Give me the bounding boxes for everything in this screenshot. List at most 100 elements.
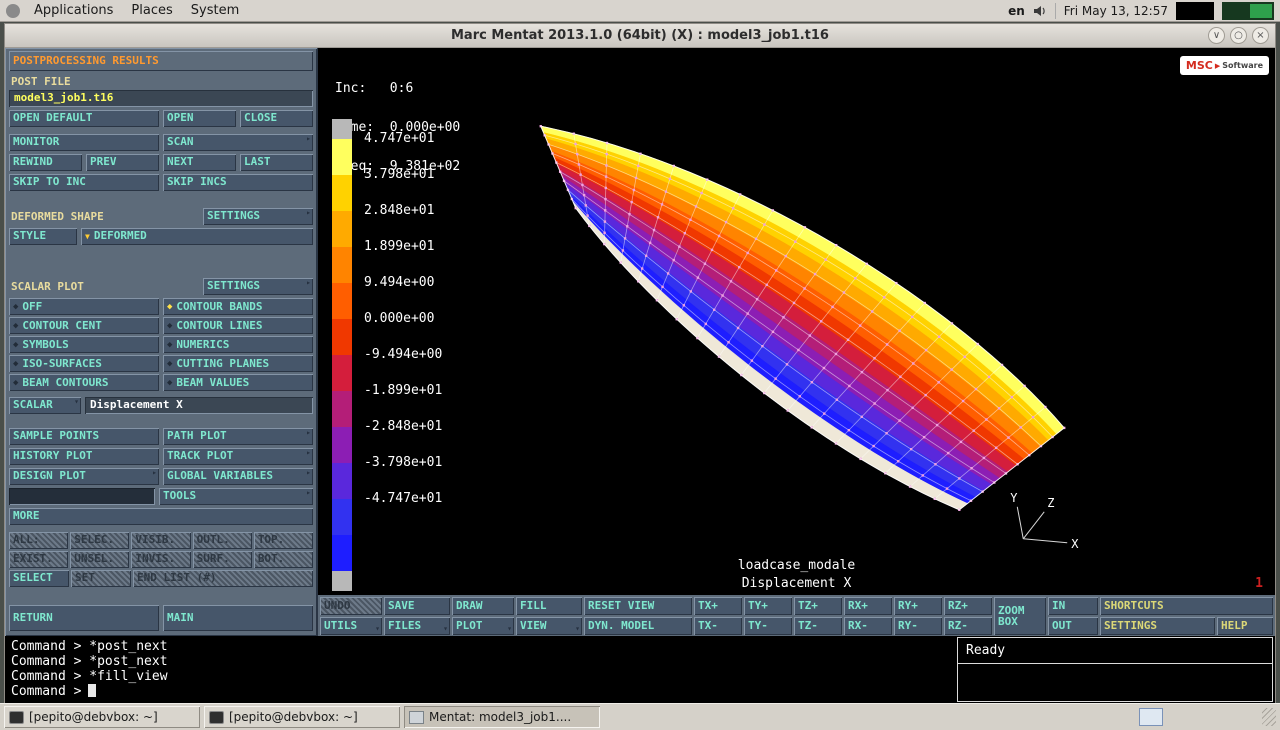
main-button[interactable]: MAIN bbox=[163, 605, 313, 631]
deformed-style-dropdown[interactable]: ▼DEFORMED bbox=[81, 228, 313, 245]
style-button[interactable]: STYLE bbox=[9, 228, 77, 245]
tz-minus-button[interactable]: TZ- bbox=[794, 617, 842, 635]
console-line: Command > *fill_view bbox=[11, 669, 957, 684]
scalar-settings-button[interactable]: SETTINGS▸ bbox=[203, 278, 313, 295]
tx-plus-button[interactable]: TX+ bbox=[694, 597, 742, 615]
terminal-applet[interactable] bbox=[1176, 2, 1214, 20]
submenu-arrow-icon: ▸ bbox=[306, 449, 311, 457]
zoom-out-button[interactable]: OUT bbox=[1048, 617, 1098, 635]
reset-view-button[interactable]: RESET VIEW bbox=[584, 597, 692, 615]
taskbar-item-mentat[interactable]: Mentat: model3_job1.... bbox=[404, 706, 600, 728]
legend-band bbox=[332, 247, 352, 283]
taskbar-item-terminal-1[interactable]: [pepito@debvbox: ~] bbox=[4, 706, 200, 728]
ty-plus-button[interactable]: TY+ bbox=[744, 597, 792, 615]
toggle-contour-bands[interactable]: ◆CONTOUR BANDS bbox=[163, 298, 313, 315]
prev-button[interactable]: PREV bbox=[86, 154, 159, 171]
toggle-cutting-planes[interactable]: ◆CUTTING PLANES bbox=[163, 355, 313, 372]
tx-minus-button[interactable]: TX- bbox=[694, 617, 742, 635]
return-button[interactable]: RETURN bbox=[9, 605, 159, 631]
console-prompt[interactable]: Command > bbox=[11, 684, 957, 699]
toggle-beam-values[interactable]: ◆BEAM VALUES bbox=[163, 374, 313, 391]
help-button[interactable]: HELP bbox=[1217, 617, 1273, 635]
window-maximize-button[interactable]: ○ bbox=[1230, 27, 1247, 44]
skip-incs-button[interactable]: SKIP INCS bbox=[163, 174, 313, 191]
console-line: Command > *post_next bbox=[11, 654, 957, 669]
toggle-numerics[interactable]: ◆NUMERICS bbox=[163, 336, 313, 353]
draw-button[interactable]: DRAW bbox=[452, 597, 514, 615]
menu-applications[interactable]: Applications bbox=[26, 0, 121, 22]
command-console[interactable]: Command > *post_next Command > *post_nex… bbox=[5, 636, 957, 704]
scalar-select-button[interactable]: SCALAR▾ bbox=[9, 397, 81, 414]
volume-icon[interactable] bbox=[1033, 4, 1047, 18]
utils-button[interactable]: UTILS▾ bbox=[320, 617, 382, 635]
rz-plus-button[interactable]: RZ+ bbox=[944, 597, 992, 615]
post-file-name-field[interactable]: model3_job1.t16 bbox=[9, 90, 313, 107]
last-button[interactable]: LAST bbox=[240, 154, 313, 171]
keyboard-layout-indicator[interactable]: en bbox=[1008, 4, 1025, 18]
settings-button[interactable]: SETTINGS bbox=[1100, 617, 1215, 635]
save-button[interactable]: SAVE bbox=[384, 597, 450, 615]
system-monitor-applet[interactable] bbox=[1222, 2, 1274, 20]
toggle-iso-surfaces[interactable]: ◆ISO-SURFACES bbox=[9, 355, 159, 372]
files-button[interactable]: FILES▾ bbox=[384, 617, 450, 635]
legend-band bbox=[332, 175, 352, 211]
menu-system[interactable]: System bbox=[183, 0, 247, 22]
taskbar-item-terminal-2[interactable]: [pepito@debvbox: ~] bbox=[204, 706, 400, 728]
inc-line: Inc: 0:6 bbox=[335, 82, 460, 95]
clock[interactable]: Fri May 13, 12:57 bbox=[1064, 4, 1168, 18]
history-plot-button[interactable]: HISTORY PLOT bbox=[9, 448, 159, 465]
tools-button[interactable]: TOOLS▸ bbox=[159, 488, 313, 505]
toggle-beam-contours[interactable]: ◆BEAM CONTOURS bbox=[9, 374, 159, 391]
monitor-button[interactable]: MONITOR bbox=[9, 134, 159, 151]
scalar-value-field[interactable]: Displacement X bbox=[85, 397, 313, 414]
ty-minus-button[interactable]: TY- bbox=[744, 617, 792, 635]
zoom-box-button[interactable]: ZOOM BOX bbox=[994, 597, 1046, 635]
close-button[interactable]: CLOSE bbox=[240, 110, 313, 127]
skip-to-inc-button[interactable]: SKIP TO INC bbox=[9, 174, 159, 191]
scan-button[interactable]: SCAN▸ bbox=[163, 134, 313, 151]
toggle-contour-lines[interactable]: ◆CONTOUR LINES bbox=[163, 317, 313, 334]
menu-places[interactable]: Places bbox=[123, 0, 180, 22]
sample-points-button[interactable]: SAMPLE POINTS bbox=[9, 428, 159, 445]
design-plot-button[interactable]: DESIGN PLOT▸ bbox=[9, 468, 159, 485]
zoom-in-button[interactable]: IN bbox=[1048, 597, 1098, 615]
select-button[interactable]: SELECT bbox=[9, 570, 69, 587]
ry-minus-button[interactable]: RY- bbox=[894, 617, 942, 635]
select-mode-surface: SURF. bbox=[193, 551, 252, 568]
deformed-settings-button[interactable]: SETTINGS▸ bbox=[203, 208, 313, 225]
more-button[interactable]: MORE bbox=[9, 508, 313, 525]
global-variables-button[interactable]: GLOBAL VARIABLES▸ bbox=[163, 468, 313, 485]
ry-plus-button[interactable]: RY+ bbox=[894, 597, 942, 615]
rx-plus-button[interactable]: RX+ bbox=[844, 597, 892, 615]
legend-band bbox=[332, 391, 352, 427]
window-minimize-button[interactable]: ∨ bbox=[1208, 27, 1225, 44]
plot-button[interactable]: PLOT▾ bbox=[452, 617, 514, 635]
empty-slot bbox=[9, 488, 155, 505]
tz-plus-button[interactable]: TZ+ bbox=[794, 597, 842, 615]
toggle-symbols[interactable]: ◆SYMBOLS bbox=[9, 336, 159, 353]
graphics-viewport[interactable]: X Y Z Inc: 0:6 Time: 0.000e+00 Freq: 9.3… bbox=[317, 48, 1275, 595]
status-text: Ready bbox=[966, 643, 1005, 658]
rewind-button[interactable]: REWIND bbox=[9, 154, 82, 171]
view-button[interactable]: VIEW▾ bbox=[516, 617, 582, 635]
workspace-switcher[interactable] bbox=[1139, 708, 1163, 726]
open-button[interactable]: OPEN bbox=[163, 110, 236, 127]
toggle-off[interactable]: ◆OFF bbox=[9, 298, 159, 315]
next-button[interactable]: NEXT bbox=[163, 154, 236, 171]
rz-minus-button[interactable]: RZ- bbox=[944, 617, 992, 635]
track-plot-button[interactable]: TRACK PLOT▸ bbox=[163, 448, 313, 465]
select-mode-outline: OUTL. bbox=[193, 532, 252, 549]
dropdown-arrow-icon: ▾ bbox=[507, 625, 512, 633]
shortcuts-button[interactable]: SHORTCUTS bbox=[1100, 597, 1273, 615]
status-box-empty bbox=[957, 663, 1273, 702]
toggle-contour-cent[interactable]: ◆CONTOUR CENT bbox=[9, 317, 159, 334]
legend-band bbox=[332, 139, 352, 175]
rx-minus-button[interactable]: RX- bbox=[844, 617, 892, 635]
dyn-model-button[interactable]: DYN. MODEL bbox=[584, 617, 692, 635]
open-default-button[interactable]: OPEN DEFAULT bbox=[9, 110, 159, 127]
window-close-button[interactable]: × bbox=[1252, 27, 1269, 44]
window-titlebar[interactable]: Marc Mentat 2013.1.0 (64bit) (X) : model… bbox=[5, 24, 1275, 48]
fill-button[interactable]: FILL bbox=[516, 597, 582, 615]
text-cursor-icon bbox=[88, 684, 96, 697]
path-plot-button[interactable]: PATH PLOT▸ bbox=[163, 428, 313, 445]
